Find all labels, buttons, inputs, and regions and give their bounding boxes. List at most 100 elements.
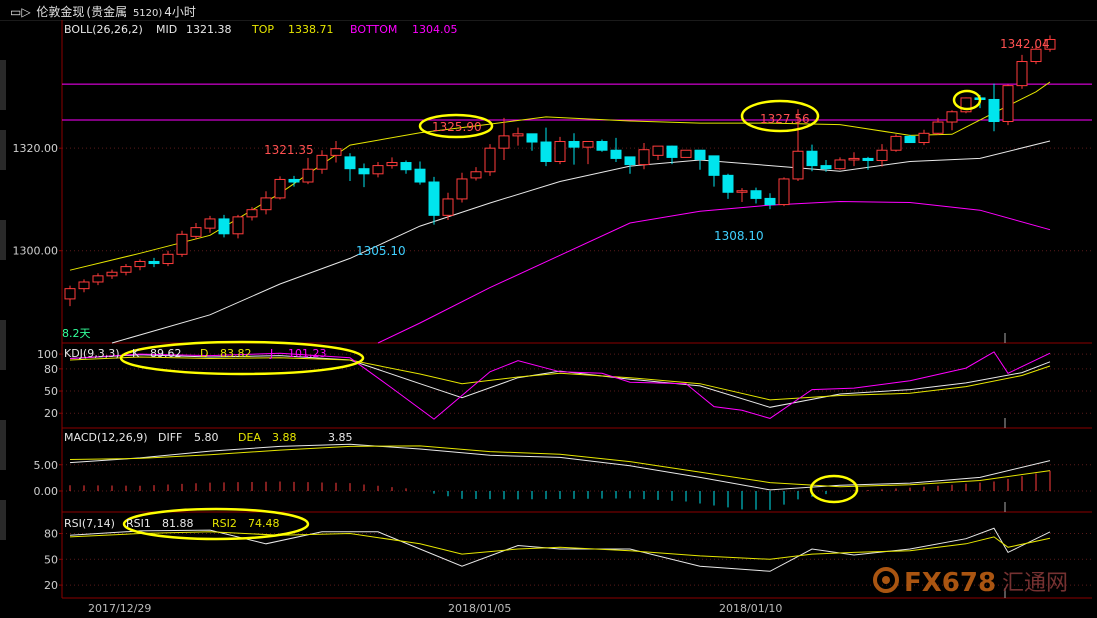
macd-dea-value: 3.88 — [272, 431, 297, 444]
kdj-k-label: K — [132, 347, 140, 360]
candlestick-series — [64, 35, 1056, 307]
candle — [582, 141, 594, 165]
candle-body — [456, 178, 468, 200]
candle-body — [554, 141, 566, 163]
watermark-brand: FX678 — [904, 568, 996, 598]
candle — [414, 161, 426, 185]
candle-body — [316, 154, 328, 170]
candle-body — [120, 266, 132, 273]
price-annotation: 1305.10 — [356, 244, 406, 258]
macd-histogram — [69, 470, 1051, 510]
candle — [652, 145, 664, 160]
panel-frames — [61, 20, 1092, 599]
candle — [302, 157, 314, 185]
watermark-logo: FX678 汇通网 — [873, 567, 1068, 598]
candle-body — [526, 133, 538, 143]
rsi2-value: 74.48 — [248, 517, 280, 530]
candle-body — [862, 157, 874, 161]
candle-body — [414, 168, 426, 183]
y-tick-label: 50 — [44, 385, 58, 398]
candle — [988, 83, 1000, 132]
candle-body — [400, 162, 412, 171]
candle — [148, 257, 160, 268]
y-axis-ticks: 1320.00 1300.00 100 80 50 20 5.00 0.00 80 50 20 — [13, 142, 62, 592]
candle-body — [498, 135, 510, 149]
candle — [680, 149, 692, 158]
rsi1-value: 81.88 — [162, 517, 194, 530]
candle — [540, 127, 552, 167]
candle — [162, 250, 174, 267]
candle-body — [624, 156, 636, 166]
candle-body — [834, 159, 846, 170]
candle-body — [218, 218, 230, 235]
chart-canvas[interactable]: 1320.00 1300.00 100 80 50 20 5.00 0.00 80 50 20 13… — [0, 0, 1097, 618]
candle — [666, 145, 678, 165]
candle-body — [190, 227, 202, 237]
candle — [1016, 54, 1028, 89]
candle-body — [652, 145, 664, 156]
candle — [344, 153, 356, 181]
candle-body — [386, 162, 398, 167]
series-line-dea — [69, 445, 1051, 488]
macd-header: MACD(12,26,9) DIFF 5.80 DEA 3.88 3.85 — [64, 431, 353, 444]
candle — [890, 134, 902, 152]
boll-name: BOLL(26,26,2) — [64, 23, 143, 36]
macd-name: MACD(12,26,9) — [64, 431, 148, 444]
series-line-rsi1 — [69, 527, 1051, 572]
kdj-d-value: 83.82 — [220, 347, 252, 360]
y-tick-label: 20 — [44, 579, 58, 592]
rsi-header: RSI(7,14) RSI1 81.88 RSI2 74.48 — [64, 517, 280, 530]
candle-body — [512, 133, 524, 137]
boll-bands — [69, 81, 1051, 344]
rsi-name: RSI(7,14) — [64, 517, 115, 530]
candle-body — [302, 168, 314, 183]
candle — [946, 110, 958, 131]
x-date-label: 2018/01/10 — [719, 602, 782, 615]
candle-body — [330, 148, 342, 156]
boll-top-label: TOP — [251, 23, 274, 36]
candle — [778, 177, 790, 207]
candle — [918, 129, 930, 146]
boll-bottom-value: 1304.05 — [412, 23, 458, 36]
candle-body — [540, 141, 552, 163]
boll-bottom-line — [377, 200, 1051, 344]
candle-body — [792, 150, 804, 180]
candle — [764, 193, 776, 210]
candle — [498, 117, 510, 160]
candle — [904, 134, 916, 144]
series-line-rsi2 — [69, 531, 1051, 560]
candle — [78, 279, 90, 293]
candle — [316, 150, 328, 174]
macd-diff-value: 5.80 — [194, 431, 219, 444]
price-annotation: 1327.56 — [760, 112, 810, 126]
boll-mid-value: 1321.38 — [186, 23, 232, 36]
candle-body — [596, 141, 608, 151]
price-annotation: 1325.90 — [432, 120, 482, 134]
boll-top-line — [69, 81, 1051, 271]
candle — [596, 139, 608, 152]
kdj-d-label: D — [200, 347, 208, 360]
candle — [274, 176, 286, 200]
candle-body — [610, 149, 622, 159]
candle — [204, 215, 216, 233]
candle — [512, 127, 524, 146]
candle-body — [778, 178, 790, 206]
candle-body — [764, 197, 776, 206]
candle-body — [470, 171, 482, 179]
candle — [386, 157, 398, 169]
candle-body — [260, 197, 272, 211]
candle — [176, 230, 188, 257]
candle-body — [582, 141, 594, 148]
x-date-label: 2018/01/05 — [448, 602, 511, 615]
x-axis-dates: 2017/12/29 2018/01/05 2018/01/10 — [88, 602, 782, 615]
macd-diff-label: DIFF — [158, 431, 182, 444]
candle-body — [64, 288, 76, 300]
candle-body — [92, 275, 104, 283]
candle — [456, 172, 468, 203]
candle — [246, 207, 258, 221]
candle — [106, 269, 118, 279]
kdj-j-label: J — [269, 347, 273, 360]
candle-body — [904, 135, 916, 144]
series-line-d — [69, 356, 1051, 401]
candle — [526, 133, 538, 151]
